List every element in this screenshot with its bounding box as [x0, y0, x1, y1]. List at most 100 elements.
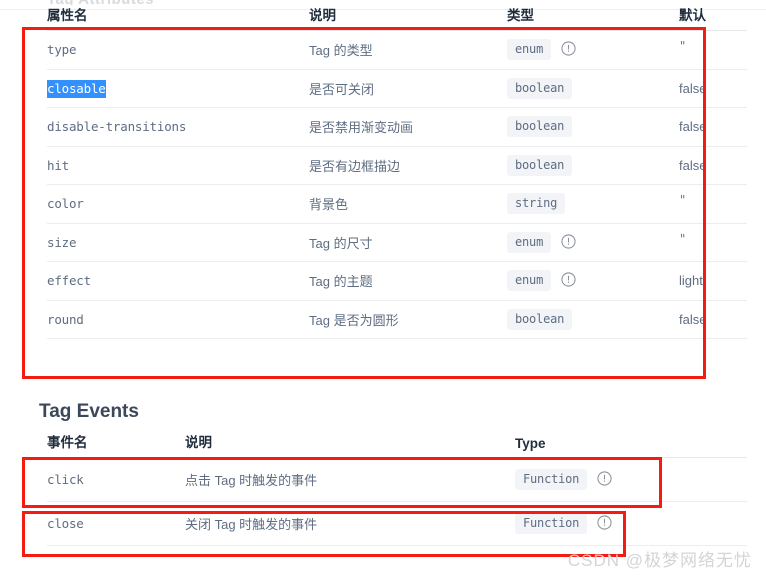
cell-default: false	[679, 107, 747, 147]
cell-attribute-name: round	[47, 300, 309, 339]
events-header-type: Type	[515, 431, 747, 458]
default-value: false	[679, 311, 707, 327]
attribute-name: disable-transitions	[47, 119, 187, 135]
type-badge: enum	[507, 270, 552, 292]
cell-attribute-name: color	[47, 184, 309, 224]
attribute-description: 是否禁用渐变动画	[309, 120, 414, 136]
attribute-name: color	[47, 196, 84, 212]
cell-type: string	[507, 184, 679, 224]
cell-event-description: 点击 Tag 时触发的事件	[185, 457, 515, 502]
info-circle-icon[interactable]	[561, 234, 576, 249]
cell-type: enum	[507, 261, 679, 301]
attributes-header-desc: 说明	[309, 4, 507, 31]
default-value: false	[679, 119, 707, 135]
events-header-desc: 说明	[185, 431, 515, 458]
cell-description: 背景色	[309, 184, 507, 224]
table-row: size Tag 的尺寸 enum "	[47, 223, 747, 262]
type-badge: boolean	[507, 154, 573, 176]
tag-events-table: 事件名 说明 Type click 点击 Tag 时触发的事件 Function cl…	[47, 431, 747, 546]
table-row: disable-transitions 是否禁用渐变动画 boolean false	[47, 107, 747, 147]
cell-default: "	[679, 30, 747, 70]
documentation-page: Tag Attributes 属性名 说明 类型 默认 typeTag 的类型e…	[0, 0, 766, 579]
attribute-name: type	[47, 42, 77, 58]
cell-description: 是否可关闭	[309, 69, 507, 108]
cell-attribute-name: closable	[47, 69, 309, 108]
event-name: close	[47, 516, 84, 531]
attribute-name: hit	[47, 157, 69, 173]
cell-type: enum	[507, 30, 679, 70]
attributes-header-default: 默认	[679, 4, 747, 31]
default-empty-string: "	[679, 193, 687, 208]
cell-default: false	[679, 300, 747, 339]
cell-type: boolean	[507, 107, 679, 147]
attributes-header-name: 属性名	[47, 4, 309, 31]
default-value: false	[679, 80, 707, 96]
table-row: hit 是否有边框描边 boolean false	[47, 146, 747, 185]
tag-attributes-table: 属性名 说明 类型 默认 type Tag 的类型 enum " closable 是否可…	[47, 4, 747, 339]
attribute-description: 是否有边框描边	[309, 158, 401, 174]
attribute-name: round	[47, 311, 84, 327]
attribute-description: 背景色	[309, 197, 349, 213]
type-badge: boolean	[507, 308, 573, 330]
cell-event-name: click	[47, 457, 185, 502]
attribute-description: Tag 的尺寸	[309, 235, 373, 251]
cell-description: Tag 是否为圆形	[309, 300, 507, 339]
cell-attribute-name: type	[47, 30, 309, 70]
cell-default: false	[679, 146, 747, 185]
cell-type: boolean	[507, 300, 679, 339]
attribute-description: Tag 是否为圆形	[309, 312, 399, 328]
type-badge: boolean	[507, 77, 573, 99]
cell-attribute-name: disable-transitions	[47, 107, 309, 147]
cell-default: "	[679, 184, 747, 224]
event-description: 点击 Tag 时触发的事件	[185, 473, 318, 488]
cell-type: boolean	[507, 146, 679, 185]
cell-attribute-name: effect	[47, 261, 309, 301]
attribute-name: effect	[47, 273, 91, 289]
events-header-name: 事件名	[47, 431, 185, 458]
cell-type: enum	[507, 223, 679, 262]
type-badge: Function	[515, 469, 588, 490]
events-header-row: 事件名 说明 Type	[47, 431, 747, 458]
cell-type: boolean	[507, 69, 679, 108]
cell-event-type: Function	[515, 501, 747, 546]
attribute-description: Tag 的主题	[309, 274, 373, 290]
table-row: color 背景色 string "	[47, 184, 747, 224]
cell-default: "	[679, 223, 747, 262]
cell-description: 是否有边框描边	[309, 146, 507, 185]
table-row: close 关闭 Tag 时触发的事件 Function	[47, 501, 747, 546]
cell-attribute-name: size	[47, 223, 309, 262]
default-empty-string: "	[679, 39, 687, 54]
cell-default: light	[679, 261, 747, 301]
table-row: type Tag 的类型 enum "	[47, 30, 747, 70]
info-circle-icon[interactable]	[597, 471, 612, 486]
default-value: false	[679, 157, 707, 173]
attribute-description: 是否可关闭	[309, 81, 375, 97]
tag-events-title: Tag Events	[39, 401, 139, 422]
cell-attribute-name: hit	[47, 146, 309, 185]
cell-default: false	[679, 69, 747, 108]
csdn-watermark: CSDN @极梦网络无忧	[567, 551, 752, 570]
cell-description: Tag 的尺寸	[309, 223, 507, 262]
attribute-name: size	[47, 234, 77, 250]
table-row: round Tag 是否为圆形 boolean false	[47, 300, 747, 339]
cell-event-type: Function	[515, 457, 747, 502]
attributes-header-row: 属性名 说明 类型 默认	[47, 4, 747, 31]
info-circle-icon[interactable]	[561, 41, 576, 56]
cell-event-description: 关闭 Tag 时触发的事件	[185, 501, 515, 546]
info-circle-icon[interactable]	[561, 272, 576, 287]
table-row: effect Tag 的主题 enum light	[47, 261, 747, 301]
attribute-description: Tag 的类型	[309, 43, 373, 59]
table-row: closable 是否可关闭 boolean false	[47, 69, 747, 108]
attributes-header-type: 类型	[507, 4, 679, 31]
table-row: click 点击 Tag 时触发的事件 Function	[47, 457, 747, 502]
cell-description: 是否禁用渐变动画	[309, 107, 507, 147]
type-badge: boolean	[507, 116, 573, 138]
cell-event-name: close	[47, 501, 185, 546]
type-badge: Function	[515, 513, 588, 534]
attribute-name-selected[interactable]: closable	[47, 79, 106, 98]
info-circle-icon[interactable]	[597, 515, 612, 530]
default-empty-string: "	[679, 231, 687, 246]
event-description: 关闭 Tag 时触发的事件	[185, 517, 318, 532]
type-badge: enum	[507, 231, 552, 253]
cell-description: Tag 的类型	[309, 30, 507, 70]
